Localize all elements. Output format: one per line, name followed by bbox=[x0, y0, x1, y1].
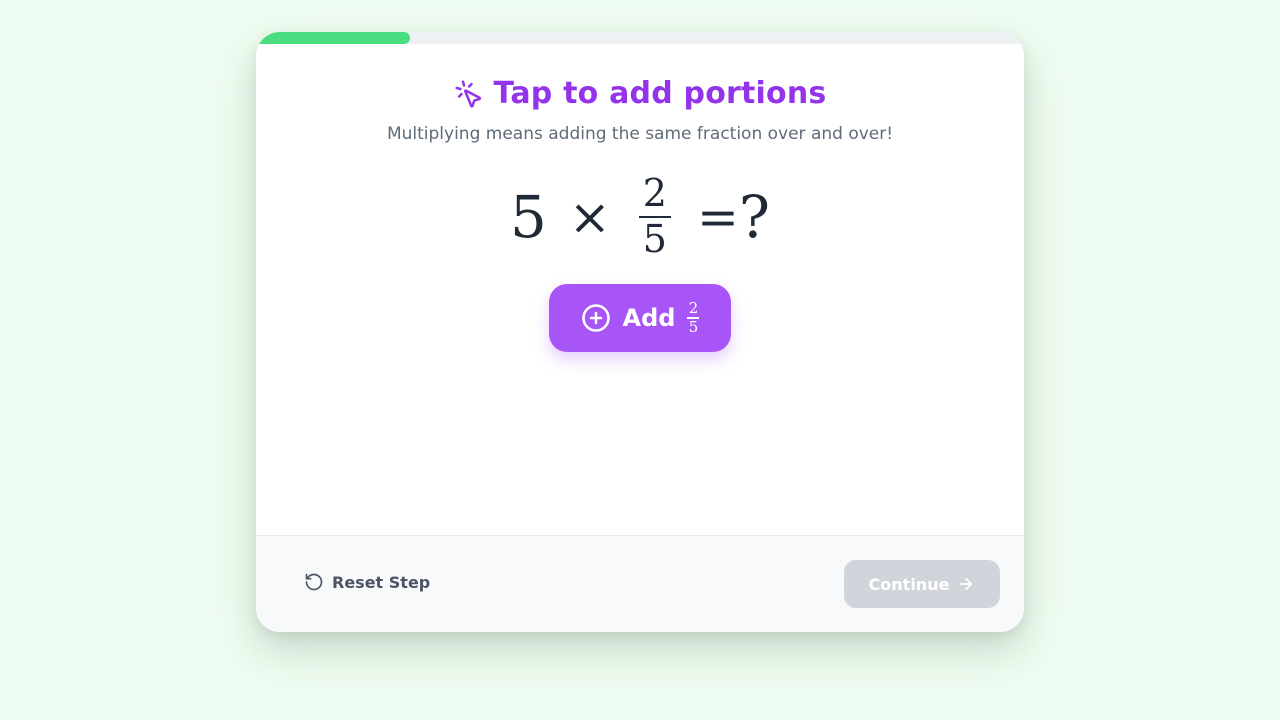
subtitle: Multiplying means adding the same fracti… bbox=[386, 124, 894, 144]
rotate-ccw-icon bbox=[305, 573, 323, 591]
pointer-click-icon bbox=[455, 80, 481, 108]
page-title: Tap to add portions bbox=[493, 76, 827, 111]
equation-multiplier: 5 bbox=[509, 182, 547, 251]
equation: 5 × 2 5 = ? bbox=[256, 171, 1024, 261]
progress-fill bbox=[256, 32, 410, 44]
reset-step-label: Reset Step bbox=[332, 572, 431, 592]
equation-equals-sign: = bbox=[696, 187, 739, 246]
add-fraction-denominator: 5 bbox=[688, 317, 699, 336]
plus-circle-icon bbox=[581, 304, 610, 332]
title-row: Tap to add portions bbox=[256, 76, 1024, 111]
reset-step-button[interactable]: Reset Step bbox=[304, 572, 430, 592]
equation-times-sign: × bbox=[568, 187, 611, 246]
add-button-fraction: 2 5 bbox=[687, 298, 700, 336]
lesson-card: Tap to add portions Multiplying means ad… bbox=[256, 32, 1024, 632]
arrow-right-icon bbox=[960, 577, 973, 591]
fraction-numerator: 2 bbox=[642, 171, 667, 215]
equation-fraction: 2 5 bbox=[638, 171, 671, 261]
fraction-denominator: 5 bbox=[642, 216, 667, 261]
add-fraction-numerator: 2 bbox=[688, 298, 699, 317]
add-portion-button[interactable]: Add 2 5 bbox=[549, 284, 731, 352]
continue-button[interactable]: Continue bbox=[844, 560, 1000, 608]
add-button-label: Add bbox=[622, 304, 676, 332]
equation-result: ? bbox=[738, 182, 770, 251]
progress-bar bbox=[256, 32, 1024, 44]
continue-label: Continue bbox=[868, 574, 950, 594]
card-footer: Reset Step Continue bbox=[256, 535, 1024, 632]
